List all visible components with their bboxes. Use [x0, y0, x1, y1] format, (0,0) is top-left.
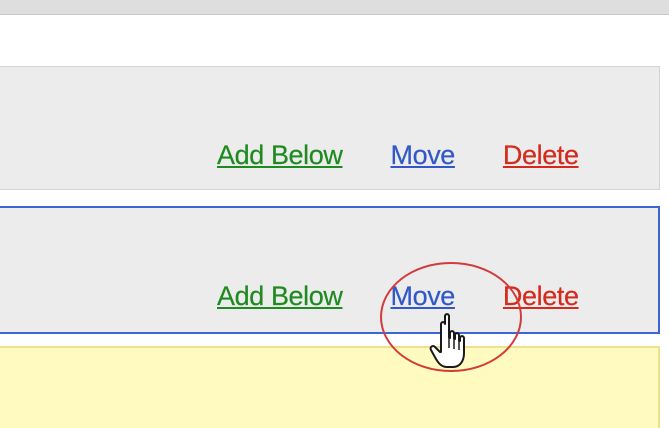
- header-area: [0, 15, 669, 65]
- list-item-row: [0, 66, 660, 190]
- row-actions: Add Below Move Delete: [217, 140, 579, 171]
- top-toolbar-strip: [0, 0, 669, 15]
- row-actions: Add Below Move Delete: [217, 281, 579, 312]
- move-link[interactable]: Move: [390, 281, 455, 312]
- new-item-row: [0, 346, 660, 428]
- delete-link[interactable]: Delete: [503, 281, 579, 312]
- move-link[interactable]: Move: [390, 140, 455, 171]
- add-below-link[interactable]: Add Below: [217, 140, 343, 171]
- delete-link[interactable]: Delete: [503, 140, 579, 171]
- add-below-link[interactable]: Add Below: [217, 281, 343, 312]
- selected-list-item-row: [0, 206, 660, 334]
- screen: Add Below Move Delete Add Below Move Del…: [0, 0, 669, 428]
